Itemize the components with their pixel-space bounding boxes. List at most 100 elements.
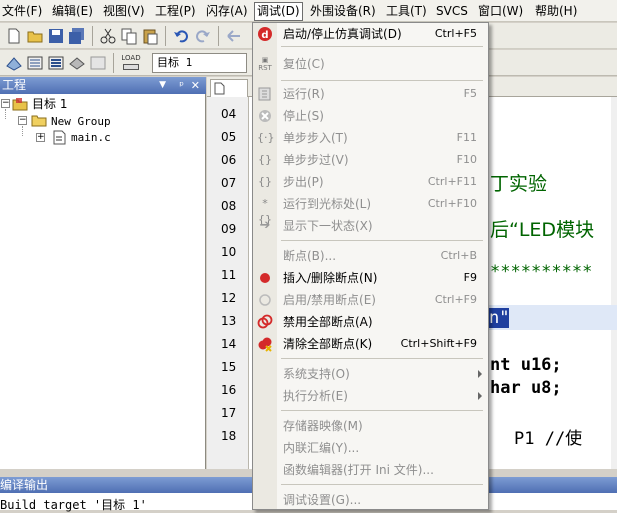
paste-icon[interactable] — [141, 27, 159, 45]
tree-file[interactable]: main.c — [71, 131, 111, 145]
code-line-18: P1 //使 — [514, 429, 583, 449]
cut-icon[interactable] — [99, 27, 117, 45]
project-panel-title-text: 工程 — [2, 78, 27, 92]
batch-build-icon[interactable] — [68, 54, 86, 72]
stop-icon — [259, 110, 271, 122]
reset-icon-label: RST — [258, 64, 272, 72]
new-file-icon[interactable] — [5, 27, 23, 45]
menu-label: 显示下一状态(X) — [283, 219, 373, 233]
pin-icon[interactable]: ᵖ — [179, 77, 184, 94]
menu-item-step-out[interactable]: {} 步出(P) Ctrl+F11 — [253, 171, 488, 193]
save-icon[interactable] — [47, 27, 65, 45]
toolbar-separator — [165, 26, 166, 46]
menu-item-os-support[interactable]: 系统支持(O) — [253, 363, 488, 385]
menu-file[interactable]: 文件(F) — [2, 3, 42, 20]
next-statement-icon: ➔ — [259, 218, 271, 233]
line-number: 17 — [221, 406, 237, 420]
project-panel: 工程 ▼ ᵖ ✕ − 目标 1 − New Group + main.c — [0, 77, 206, 469]
selected-text: n" — [489, 308, 510, 328]
menu-item-inline-assembly[interactable]: 内联汇编(Y)... — [253, 437, 488, 459]
rebuild-icon[interactable] — [47, 54, 65, 72]
build-icon[interactable] — [26, 54, 44, 72]
menu-item-stop[interactable]: 停止(S) — [253, 105, 488, 127]
menu-item-run-to-cursor[interactable]: *{} 运行到光标处(L) Ctrl+F10 — [253, 193, 488, 226]
menu-shortcut: Ctrl+F5 — [434, 27, 477, 40]
menu-item-memory-map[interactable]: 存储器映像(M) — [253, 415, 488, 437]
menu-item-enable-disable-breakpoint[interactable]: 启用/禁用断点(E) Ctrl+F9 — [253, 289, 488, 311]
step-over-icon: {} — [258, 153, 272, 166]
menu-item-clear-all-breakpoints[interactable]: 清除全部断点(K) Ctrl+Shift+F9 — [253, 333, 488, 355]
menu-separator — [281, 410, 483, 411]
menu-item-show-next-statement[interactable]: ➔ 显示下一状态(X) — [253, 215, 488, 237]
save-all-icon[interactable] — [68, 27, 86, 45]
toolbar-separator — [113, 53, 114, 73]
menu-item-run[interactable]: 运行(R) F5 — [253, 83, 488, 105]
menu-label: 复位(C) — [283, 57, 325, 71]
menu-item-execution-profiling[interactable]: 执行分析(E) — [253, 385, 488, 407]
menu-peripherals[interactable]: 外围设备(R) — [310, 3, 376, 20]
menu-shortcut: F5 — [463, 87, 477, 100]
menu-help[interactable]: 帮助(H) — [535, 3, 577, 20]
menu-separator — [281, 80, 483, 81]
menu-edit[interactable]: 编辑(E) — [52, 3, 93, 20]
menu-project[interactable]: 工程(P) — [155, 3, 196, 20]
menu-flash[interactable]: 闪存(A) — [206, 3, 248, 20]
menu-item-debug-settings[interactable]: 调试设置(G)... — [253, 489, 488, 511]
undo-icon[interactable] — [172, 27, 190, 45]
copy-icon[interactable] — [120, 27, 138, 45]
line-number: 06 — [221, 153, 237, 167]
menu-view[interactable]: 视图(V) — [103, 3, 145, 20]
menu-tools[interactable]: 工具(T) — [386, 3, 427, 20]
menu-label: 断点(B)... — [283, 249, 337, 263]
navigate-back-icon[interactable] — [225, 27, 243, 45]
menu-window[interactable]: 窗口(W) — [478, 3, 523, 20]
menu-label: 执行分析(E) — [283, 389, 348, 403]
menu-item-function-editor[interactable]: 函数编辑器(打开 Ini 文件)... — [253, 459, 488, 481]
menu-label: 插入/删除断点(N) — [283, 271, 378, 285]
menu-item-toggle-breakpoint[interactable]: 插入/删除断点(N) F9 — [253, 267, 488, 289]
menu-shortcut: F9 — [463, 271, 477, 284]
redo-icon[interactable] — [194, 27, 212, 45]
menu-item-breakpoints[interactable]: 断点(B)... Ctrl+B — [253, 245, 488, 267]
menu-item-disable-all-breakpoints[interactable]: 禁用全部断点(A) — [253, 311, 488, 333]
menu-debug[interactable]: 调试(D) — [254, 2, 303, 21]
code-line-13: n" — [489, 308, 510, 328]
close-icon[interactable]: ✕ — [191, 77, 200, 94]
load-label: LOAD — [121, 54, 141, 62]
menu-label: 内联汇编(Y)... — [283, 441, 360, 455]
tab-main-c[interactable] — [210, 79, 248, 97]
menu-label: 启动/停止仿真调试(D) — [283, 27, 402, 41]
step-out-icon: {} — [258, 175, 272, 188]
menu-item-reset[interactable]: ▣ RST 复位(C) — [253, 53, 488, 75]
tree-expand-icon[interactable]: + — [36, 133, 45, 142]
open-folder-icon[interactable] — [26, 27, 44, 45]
editor-scrollbar[interactable] — [611, 97, 617, 469]
menu-label: 系统支持(O) — [283, 367, 350, 381]
translate-icon[interactable] — [5, 54, 23, 72]
group-folder-icon — [31, 115, 47, 127]
disable-all-breakpoints-icon — [257, 314, 273, 329]
load-icon[interactable]: LOAD — [119, 54, 143, 72]
tree-collapse-icon[interactable]: − — [1, 99, 10, 108]
tree-group[interactable]: New Group — [51, 115, 111, 129]
run-to-cursor-icon: *{} — [258, 197, 272, 226]
panel-menu-arrow-icon[interactable]: ▼ — [159, 77, 166, 94]
tree-line — [5, 109, 6, 119]
menu-label: 禁用全部断点(A) — [283, 315, 373, 329]
menu-svcs[interactable]: SVCS — [436, 3, 468, 20]
stop-build-icon[interactable] — [89, 54, 107, 72]
menu-label: 调试设置(G)... — [283, 493, 362, 507]
menu-label: 函数编辑器(打开 Ini 文件)... — [283, 463, 434, 477]
tree-root-target[interactable]: 目标 1 — [32, 97, 68, 111]
menu-item-step-into[interactable]: {·} 单步步入(T) F11 — [253, 127, 488, 149]
menu-item-step-over[interactable]: {} 单步步过(V) F10 — [253, 149, 488, 171]
tree-collapse-icon[interactable]: − — [18, 116, 27, 125]
line-number: 09 — [221, 222, 237, 236]
menu-item-start-stop-debug[interactable]: d 启动/停止仿真调试(D) Ctrl+F5 — [253, 23, 488, 45]
submenu-arrow-icon — [478, 370, 482, 378]
tree-line — [22, 126, 23, 136]
target-select[interactable]: 目标 1 — [152, 53, 247, 73]
line-number: 08 — [221, 199, 237, 213]
menu-label: 启用/禁用断点(E) — [283, 293, 376, 307]
step-into-icon: {·} — [257, 131, 275, 144]
